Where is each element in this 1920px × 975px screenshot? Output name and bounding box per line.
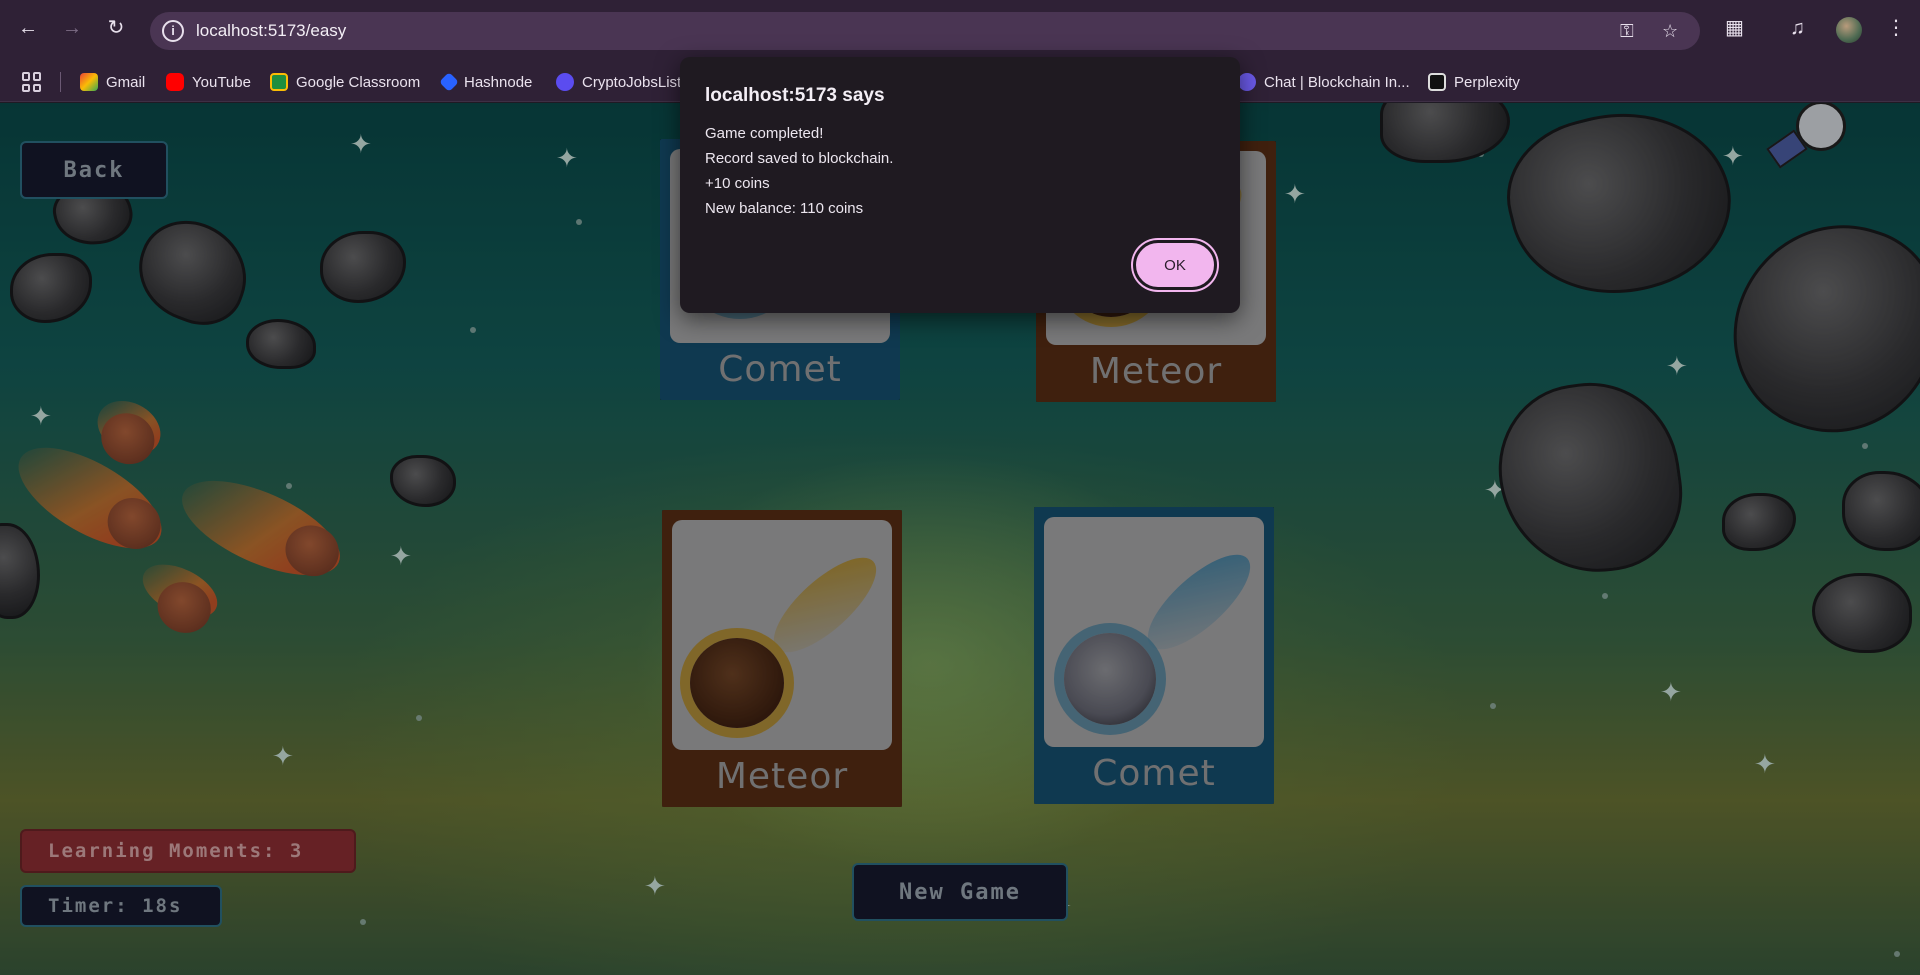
sparkle-icon: ✦	[30, 401, 52, 431]
sparkle-icon: ✦	[556, 143, 578, 173]
site-info-icon[interactable]: i	[162, 20, 184, 42]
star-dot	[470, 327, 476, 333]
bookmark-gmail[interactable]: Gmail	[80, 62, 145, 102]
browser-toolbar: ← → ↻ i localhost:5173/easy ⚿ ☆ ▦ ♫ ⋮	[0, 0, 1920, 62]
bookmark-hashnode[interactable]: Hashnode	[439, 62, 533, 102]
star-dot	[1862, 443, 1868, 449]
bookmark-perplexity[interactable]: Perplexity	[1428, 62, 1520, 102]
star-dot	[416, 715, 422, 721]
asteroid	[0, 523, 40, 619]
sparkle-icon: ✦	[1666, 351, 1688, 381]
apps-grid-icon[interactable]	[22, 72, 42, 92]
fireball	[134, 553, 226, 629]
sparkle-icon: ✦	[644, 871, 666, 901]
asteroid	[1722, 493, 1796, 551]
dialog-message-line: Game completed!	[705, 125, 824, 142]
sparkle-icon: ✦	[1660, 677, 1682, 707]
star-dot	[286, 483, 292, 489]
hashnode-icon	[439, 72, 459, 92]
sparkle-icon: ✦	[350, 129, 372, 159]
bookmark-label: Perplexity	[1454, 73, 1520, 91]
asteroid	[1842, 471, 1920, 551]
dialog-message-line: Record saved to blockchain.	[705, 150, 894, 167]
bookmark-label: Google Classroom	[296, 73, 421, 91]
satellite-icon	[1766, 103, 1856, 169]
asteroid	[390, 455, 456, 507]
sparkle-icon: ✦	[1754, 749, 1776, 779]
asteroid	[320, 231, 406, 303]
forward-arrow-icon[interactable]: →	[58, 14, 86, 42]
classroom-icon	[270, 73, 288, 91]
dialog-message-line: +10 coins	[705, 175, 770, 192]
learning-moments-badge: Learning Moments: 3	[20, 829, 356, 873]
asteroid	[1812, 573, 1912, 653]
url-text[interactable]: localhost:5173/easy	[196, 21, 346, 41]
asteroid	[124, 207, 262, 337]
alert-dialog: localhost:5173 says Game completed! Reco…	[680, 57, 1240, 313]
bookmark-star-icon[interactable]: ☆	[1662, 20, 1678, 42]
password-key-icon[interactable]: ⚿	[1620, 20, 1634, 42]
dialog-message-line: New balance: 110 coins	[705, 200, 864, 217]
menu-kebab-icon[interactable]: ⋮	[1886, 16, 1906, 40]
bookmark-cryptojobslist[interactable]: CryptoJobsList	[556, 62, 681, 102]
back-button[interactable]: Back	[20, 141, 168, 199]
chat-app-icon	[1238, 73, 1256, 91]
star-dot	[1602, 593, 1608, 599]
dialog-title: localhost:5173 says	[705, 85, 885, 106]
star-dot	[1490, 703, 1496, 709]
memory-card-comet[interactable]: Comet	[1034, 507, 1274, 804]
memory-card-meteor[interactable]: Meteor	[662, 510, 902, 807]
profile-avatar[interactable]	[1836, 17, 1862, 43]
bookmarks-divider	[60, 72, 61, 92]
address-bar[interactable]: i localhost:5173/easy ⚿ ☆	[150, 12, 1700, 50]
bookmark-label: Hashnode	[464, 73, 533, 91]
sparkle-icon: ✦	[1284, 179, 1306, 209]
ok-button[interactable]: OK	[1133, 240, 1217, 290]
extensions-icon[interactable]: ▦	[1725, 16, 1744, 40]
cryptojobslist-icon	[556, 73, 574, 91]
media-controls-icon[interactable]: ♫	[1790, 16, 1805, 40]
asteroid	[246, 319, 316, 369]
asteroid	[10, 253, 92, 323]
star-dot	[576, 219, 582, 225]
bookmark-label: CryptoJobsList	[582, 73, 682, 91]
star-dot	[1894, 951, 1900, 957]
sparkle-icon: ✦	[390, 541, 412, 571]
star-dot	[360, 919, 366, 925]
fireball	[88, 390, 170, 466]
bookmark-google-classroom[interactable]: Google Classroom	[270, 62, 420, 102]
reload-icon[interactable]: ↻	[102, 14, 130, 42]
asteroid	[1491, 103, 1749, 317]
bookmark-label: YouTube	[192, 73, 251, 91]
bookmark-youtube[interactable]: YouTube	[166, 62, 251, 102]
gmail-icon	[80, 73, 98, 91]
bookmark-label: Chat | Blockchain In...	[1264, 73, 1410, 91]
sparkle-icon: ✦	[1722, 141, 1744, 171]
new-game-button[interactable]: New Game	[852, 863, 1068, 921]
asteroid	[1380, 103, 1510, 163]
bookmark-label: Gmail	[106, 73, 146, 91]
youtube-icon	[166, 73, 184, 91]
perplexity-icon	[1428, 73, 1446, 91]
sparkle-icon: ✦	[272, 741, 294, 771]
card-dim-overlay	[662, 510, 902, 807]
timer-badge: Timer: 18s	[20, 885, 222, 927]
asteroid	[1487, 371, 1693, 585]
back-arrow-icon[interactable]: ←	[14, 14, 42, 42]
card-dim-overlay	[1034, 507, 1274, 804]
asteroid	[1708, 197, 1920, 459]
bookmark-chat-blockchain[interactable]: Chat | Blockchain In...	[1238, 62, 1410, 102]
